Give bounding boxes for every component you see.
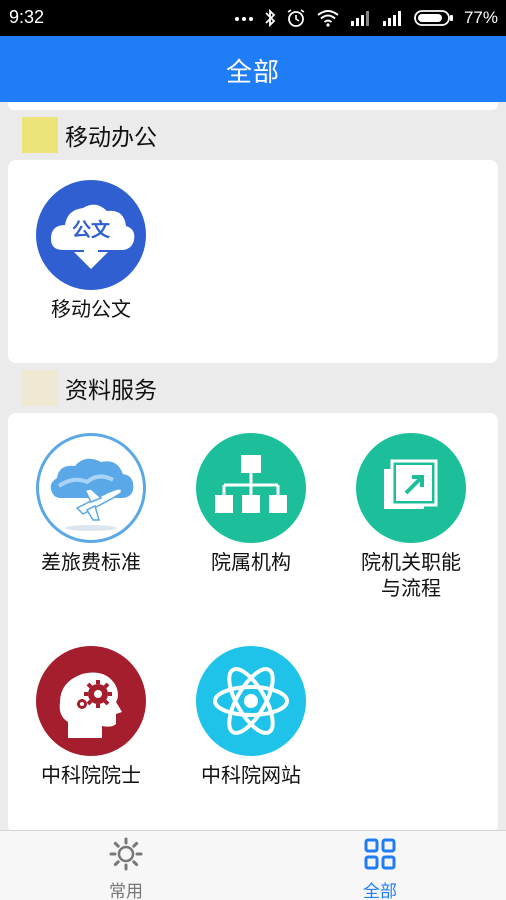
section-header-data-services: 资料服务 (22, 370, 157, 406)
section-title: 资料服务 (65, 378, 157, 404)
section-title: 移动办公 (65, 125, 157, 151)
svg-text:公文: 公文 (72, 218, 111, 241)
alarm-icon (287, 9, 305, 27)
status-icons: 77% (234, 6, 498, 30)
app-cas-academicians[interactable]: 中科院院士 (16, 646, 166, 788)
app-label: 中科院院士 (41, 763, 141, 787)
app-label: 移动公文 (51, 297, 131, 321)
app-affiliated-institutions[interactable]: 院属机构 (176, 433, 326, 575)
app-label: 院属机构 (211, 550, 291, 574)
section-card-mobile-office: 公文 移动公文 (8, 160, 498, 363)
tab-all[interactable]: 全部 (320, 837, 440, 900)
section-card-data-services: 差旅费标准 院属机构 院机关职能 与流程 中科院院士 中科院网站 (8, 413, 498, 830)
signal-icon (382, 11, 401, 26)
app-label: 中科院网站 (201, 763, 301, 787)
section-swatch (22, 117, 58, 153)
app-label: 院机关职能 与流程 (336, 549, 486, 601)
tab-common[interactable]: 常用 (66, 837, 186, 900)
bluetooth-icon (265, 8, 276, 28)
tab-label: 常用 (109, 882, 143, 900)
battery-icon (414, 10, 453, 26)
external-link-icon[interactable] (356, 433, 466, 543)
app-cas-website[interactable]: 中科院网站 (176, 646, 326, 788)
airplane-cloud-icon[interactable] (36, 433, 146, 543)
org-chart-icon[interactable] (196, 433, 306, 543)
app-travel-expense-standard[interactable]: 差旅费标准 (16, 433, 166, 575)
app-label: 差旅费标准 (41, 550, 141, 574)
section-header-mobile-office: 移动办公 (22, 117, 157, 153)
bottom-navigation: 常用 全部 (0, 830, 506, 900)
page-title: 全部 (225, 58, 280, 88)
status-bar: 9:32 77% (0, 0, 506, 36)
app-label-line: 与流程 (381, 576, 441, 600)
dots-icon (234, 17, 253, 21)
app-functions-and-processes[interactable]: 院机关职能 与流程 (336, 433, 486, 601)
status-time: 9:32 (9, 7, 45, 27)
app-mobile-document[interactable]: 公文 移动公文 (16, 180, 166, 322)
previous-card-edge (8, 102, 498, 110)
head-gears-icon[interactable] (36, 646, 146, 756)
battery-percent: 77% (463, 8, 498, 27)
wifi-icon (317, 10, 339, 27)
document-download-icon[interactable]: 公文 (36, 180, 146, 290)
gear-icon (109, 837, 143, 871)
atom-icon[interactable] (196, 646, 306, 756)
signal-icon (350, 11, 369, 26)
app-header: 全部 (0, 36, 506, 102)
section-swatch (22, 370, 58, 406)
content-area[interactable]: 移动办公 公文 移动公文 资料服务 差旅费标准 院属机构 院机关职能 与流程 中… (0, 102, 506, 830)
grid-icon (364, 838, 396, 870)
tab-label: 全部 (363, 882, 397, 900)
app-label-line: 院机关职能 (361, 550, 461, 574)
